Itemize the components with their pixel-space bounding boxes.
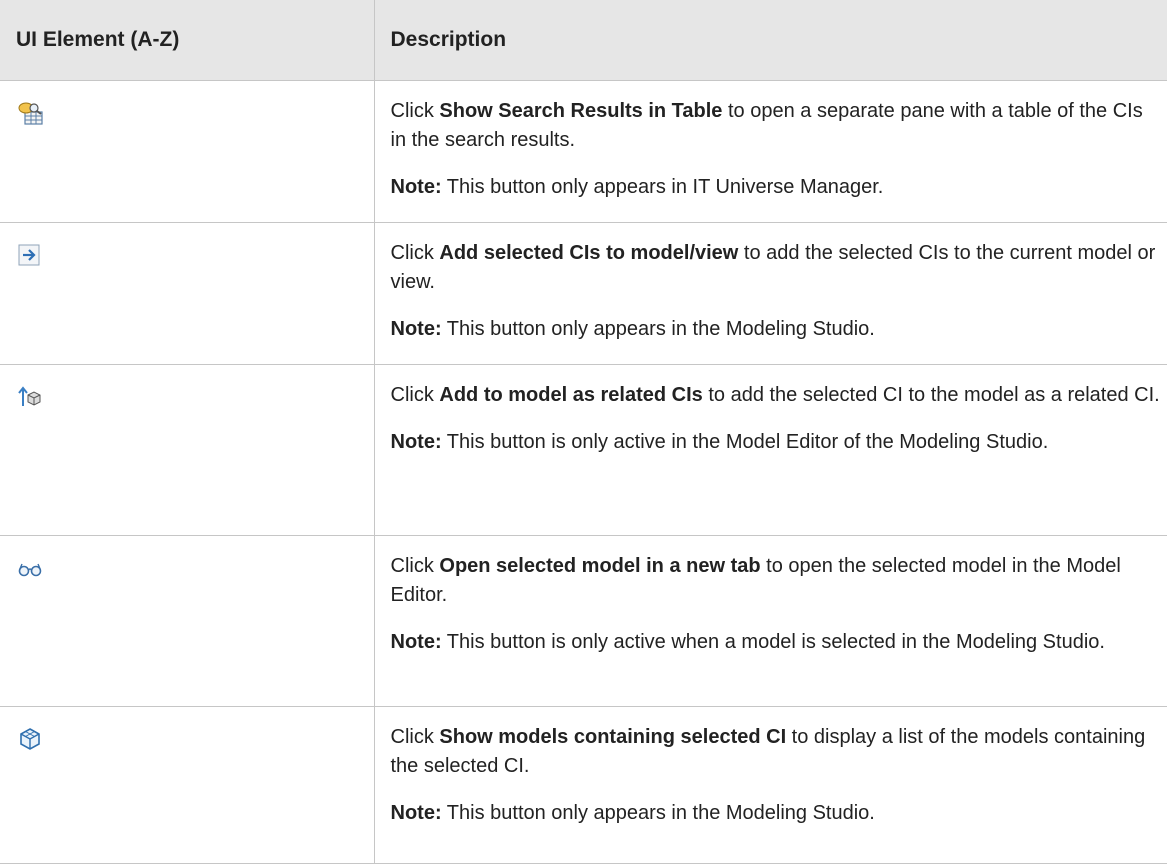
header-ui-element: UI Element (A-Z)	[0, 0, 375, 81]
description-cell: Click Show models containing selected CI…	[374, 706, 1167, 864]
ui-element-cell	[0, 80, 375, 223]
note-label: Note:	[390, 430, 442, 453]
description-text: Click Show models containing selected CI…	[390, 725, 1146, 777]
ui-element-cell	[0, 535, 375, 707]
table-row: Click Show Search Results in Table to op…	[0, 80, 1167, 223]
add-related-ci-icon	[16, 383, 44, 411]
ui-element-cell	[0, 364, 375, 536]
note-label: Note:	[390, 317, 442, 340]
ui-element-cell	[0, 222, 375, 365]
glasses-icon	[16, 554, 44, 582]
button-name: Show models containing selected CI	[439, 725, 787, 748]
note-label: Note:	[390, 801, 442, 824]
description-cell: Click Add selected CIs to model/view to …	[374, 222, 1167, 365]
note-text: Note: This button only appears in the Mo…	[390, 801, 875, 824]
show-search-results-table-icon	[16, 99, 44, 127]
table-row: Click Show models containing selected CI…	[0, 706, 1167, 864]
note-text: Note: This button only appears in IT Uni…	[390, 175, 884, 198]
description-text: Click Add selected CIs to model/view to …	[390, 241, 1156, 293]
note-label: Note:	[390, 630, 442, 653]
button-name: Open selected model in a new tab	[439, 554, 761, 577]
description-text: Click Show Search Results in Table to op…	[390, 99, 1143, 151]
model-cube-icon	[16, 725, 44, 753]
description-cell: Click Add to model as related CIs to add…	[374, 364, 1167, 536]
note-label: Note:	[390, 175, 442, 198]
header-description: Description	[374, 0, 1167, 81]
ui-element-cell	[0, 706, 375, 864]
button-name: Show Search Results in Table	[439, 99, 723, 122]
button-name: Add to model as related CIs	[439, 383, 703, 406]
description-text: Click Add to model as related CIs to add…	[390, 383, 1160, 406]
ui-elements-table: UI Element (A-Z) Description Click Show …	[0, 0, 1167, 864]
table-row: Click Add to model as related CIs to add…	[0, 364, 1167, 536]
description-text: Click Open selected model in a new tab t…	[390, 554, 1121, 606]
button-name: Add selected CIs to model/view	[439, 241, 739, 264]
description-cell: Click Open selected model in a new tab t…	[374, 535, 1167, 707]
note-text: Note: This button only appears in the Mo…	[390, 317, 875, 340]
description-cell: Click Show Search Results in Table to op…	[374, 80, 1167, 223]
note-text: Note: This button is only active when a …	[390, 630, 1105, 653]
note-text: Note: This button is only active in the …	[390, 430, 1049, 453]
table-row: Click Add selected CIs to model/view to …	[0, 222, 1167, 365]
table-row: Click Open selected model in a new tab t…	[0, 535, 1167, 707]
add-to-model-arrow-icon	[16, 241, 44, 269]
table-header-row: UI Element (A-Z) Description	[0, 0, 1167, 81]
